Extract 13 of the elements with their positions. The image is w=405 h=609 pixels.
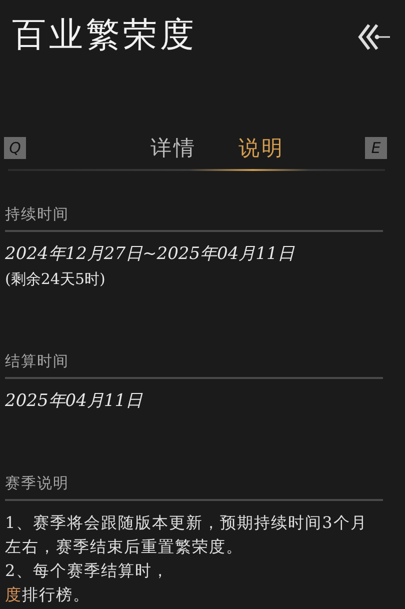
back-icon[interactable] [357, 22, 391, 52]
date-text: 2024年12月27日~2025年04月11日 [5, 243, 296, 266]
section-heading: 结算时间 [5, 352, 70, 372]
date-text: (剩余24天5时) [5, 269, 106, 290]
tab[interactable]: 详情 [150, 134, 196, 162]
description-text: 度排行榜。 [5, 584, 91, 606]
description-text: 2、每个赛季结算时， [5, 560, 170, 582]
page-title: 百业繁荣度 [12, 14, 197, 57]
description-text: 1、赛季将会跟随版本更新，预期持续时间3个月左右，赛季结束后重置繁荣度。 [5, 512, 368, 558]
section-heading: 持续时间 [5, 205, 70, 225]
date-text: 2025年04月11日 [5, 390, 144, 413]
tab[interactable]: 说明 [238, 134, 284, 162]
section-heading: 赛季说明 [5, 474, 70, 494]
